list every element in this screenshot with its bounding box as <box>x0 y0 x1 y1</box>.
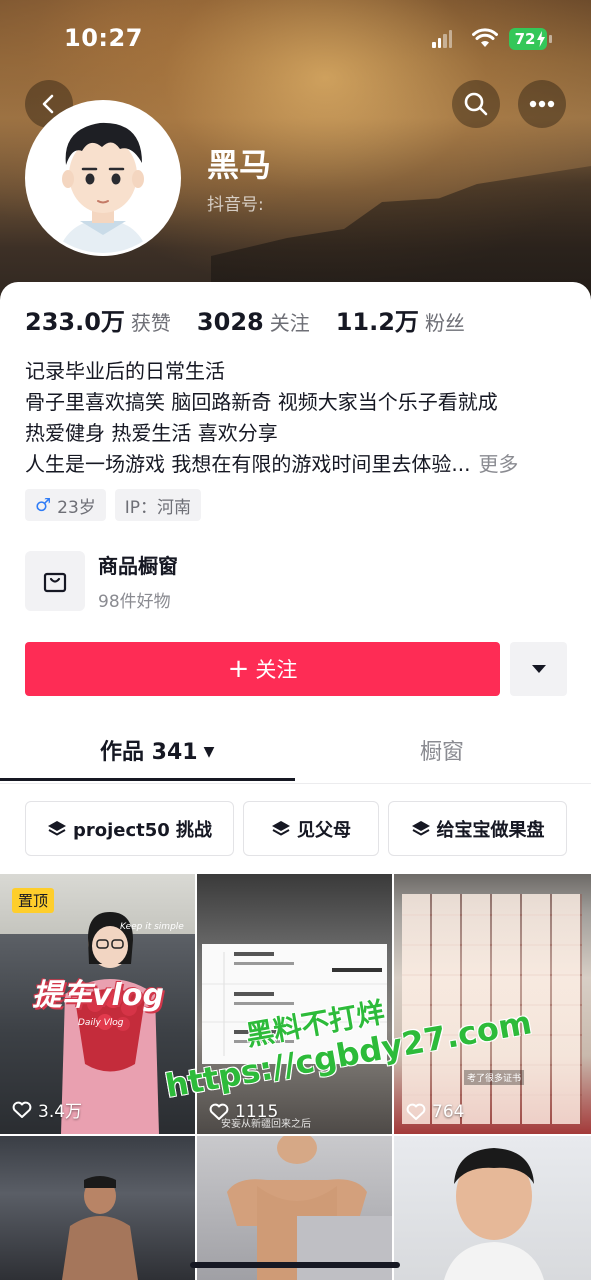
followers-label: 粉丝 <box>424 311 465 335</box>
following-label: 关注 <box>269 311 310 335</box>
heart-icon <box>12 1101 32 1118</box>
follow-label: 关注 <box>255 658 298 682</box>
layers-icon <box>272 820 290 835</box>
tab-works[interactable]: 作品 341 ▼ <box>100 734 214 766</box>
shop-title: 商品橱窗 <box>98 554 178 578</box>
thumbnail-certificates <box>402 894 582 1124</box>
video-thumbnail[interactable]: 置顶 Keep it simple 提车vlog Daily Vlog 3.4万 <box>0 874 195 1134</box>
followers-count[interactable]: 11.2万 <box>336 302 419 337</box>
battery-cap <box>549 35 552 43</box>
video-thumbnail[interactable] <box>394 1136 591 1280</box>
thumbnail-document <box>202 944 387 1064</box>
collections-row: project50 挑战 见父母 给宝宝做果盘 <box>25 801 567 856</box>
avatar-illustration <box>28 103 178 253</box>
pinned-badge: 置顶 <box>12 888 55 913</box>
thumbnail-selfie-person <box>444 1148 544 1280</box>
follow-button[interactable]: + 关注 <box>25 642 500 696</box>
tab-works-label: 作品 341 <box>100 740 198 765</box>
video-likes: 3.4万 <box>12 1097 82 1122</box>
tab-indicator <box>0 778 295 781</box>
likes-count: 3.4万 <box>38 1102 83 1122</box>
ip-text: IP：河南 <box>124 497 192 518</box>
thumbnail-subtext: Keep it simple <box>120 922 184 932</box>
more-button[interactable] <box>518 80 566 128</box>
more-icon <box>529 100 555 108</box>
likes-label: 获赞 <box>130 311 171 335</box>
likes-count: 1115 <box>235 1102 279 1122</box>
signal-icon <box>432 30 452 48</box>
collection-label: 给宝宝做果盘 <box>436 819 545 841</box>
chevron-left-icon <box>42 94 54 114</box>
collection-chip[interactable]: 给宝宝做果盘 <box>388 801 567 856</box>
search-icon <box>464 92 488 116</box>
caret-down-icon <box>531 665 546 673</box>
heart-icon <box>406 1103 426 1120</box>
home-indicator[interactable] <box>190 1262 400 1268</box>
status-bar: 10:27 72 <box>0 0 591 80</box>
video-thumbnail[interactable]: 安妄从新疆回来之后 1115 <box>197 874 392 1134</box>
layers-icon <box>47 820 66 835</box>
recommend-dropdown-button[interactable] <box>510 642 567 696</box>
ip-tag: IP：河南 <box>114 489 202 521</box>
following-count[interactable]: 3028 <box>197 308 264 336</box>
bio-line: 记录毕业后的日常生活 <box>25 359 225 383</box>
video-thumbnail[interactable]: 考了很多证书 764 <box>394 874 591 1134</box>
collection-label: 见父母 <box>297 819 351 841</box>
profile-stats: 233.0万 获赞 3028 关注 11.2万 粉丝 <box>25 302 491 337</box>
charging-icon <box>537 31 545 47</box>
profile-tags: ♂ 23岁 IP：河南 <box>25 489 202 521</box>
bio-more-link[interactable]: 更多 <box>478 452 518 476</box>
battery-level: 72 <box>514 30 536 48</box>
bio-line-text: 人生是一场游戏 我想在有限的游戏时间里去体验... <box>25 452 471 476</box>
bio-line: 热爱健身 热爱生活 喜欢分享 <box>25 421 278 445</box>
video-thumbnail[interactable] <box>197 1136 392 1280</box>
age-tag: ♂ 23岁 <box>25 489 106 521</box>
bio-line-last: 人生是一场游戏 我想在有限的游戏时间里去体验... 更多 <box>25 449 565 480</box>
profile-bio: 记录毕业后的日常生活 骨子里喜欢搞笑 脑回路新奇 视频大家当个乐子看就成 热爱健… <box>25 356 565 480</box>
layers-icon <box>411 820 430 835</box>
collection-label: project50 挑战 <box>72 819 213 841</box>
likes-count: 764 <box>432 1102 465 1122</box>
age-text: 23岁 <box>57 497 96 518</box>
shop-subtitle: 98件好物 <box>98 592 171 612</box>
tab-window[interactable]: 橱窗 <box>420 734 464 766</box>
wifi-icon <box>472 28 498 47</box>
bio-line: 骨子里喜欢搞笑 脑回路新奇 视频大家当个乐子看就成 <box>25 390 498 414</box>
thumbnail-subtext: Daily Vlog <box>78 1018 124 1028</box>
thumbnail-shirtless-person <box>227 1136 392 1280</box>
video-grid: 置顶 Keep it simple 提车vlog Daily Vlog 3.4万… <box>0 874 591 1280</box>
status-time: 10:27 <box>64 24 143 52</box>
plus-icon: + <box>227 654 250 684</box>
heart-icon <box>209 1103 229 1120</box>
avatar[interactable] <box>25 100 181 256</box>
collection-chip[interactable]: project50 挑战 <box>25 801 234 856</box>
video-thumbnail[interactable] <box>0 1136 195 1280</box>
video-likes: 764 <box>406 1102 464 1122</box>
battery-indicator: 72 <box>509 28 547 50</box>
video-likes: 1115 <box>209 1102 278 1122</box>
male-icon: ♂ <box>35 494 52 516</box>
thumbnail-gym-person <box>62 1176 138 1280</box>
collection-chip[interactable]: 见父母 <box>243 801 379 856</box>
shop-bag-icon <box>25 551 85 611</box>
thumbnail-caption: 考了很多证书 <box>464 1070 525 1085</box>
profile-nickname: 黑马 <box>207 146 272 184</box>
likes-count[interactable]: 233.0万 <box>25 302 125 337</box>
profile-tabs: 作品 341 ▼ 橱窗 <box>0 720 591 784</box>
thumbnail-title: 提车vlog <box>32 978 164 1013</box>
shop-window-entry[interactable]: 商品橱窗 98件好物 <box>25 550 178 612</box>
search-button[interactable] <box>452 80 500 128</box>
caret-down-icon: ▼ <box>203 744 215 760</box>
douyin-id-label[interactable]: 抖音号: <box>207 190 264 215</box>
